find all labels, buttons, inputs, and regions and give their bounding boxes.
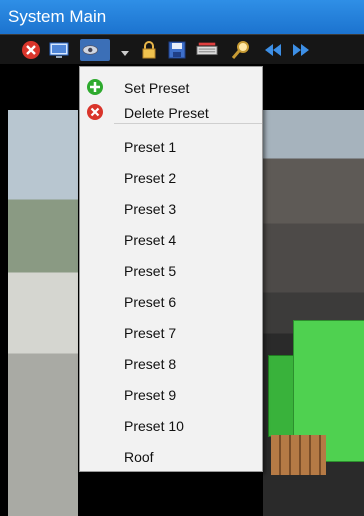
keyboard-icon[interactable] [196,39,220,61]
preset-item[interactable]: Preset 3 [80,196,262,222]
lock-icon[interactable] [138,39,160,61]
preset-item[interactable]: Preset 10 [80,413,262,439]
preset-item[interactable]: Preset 1 [80,134,262,160]
close-red-icon[interactable] [20,39,42,61]
camera-feed-right [263,110,364,516]
set-preset-label: Set Preset [124,80,190,96]
lumber-pile [271,435,326,475]
zoom-icon[interactable] [230,39,252,61]
window-title: System Main [0,0,364,34]
preset-menu: Set Preset Delete Preset Preset 1 Preset… [79,66,263,472]
preset-item[interactable]: Preset 5 [80,258,262,284]
preset-item[interactable]: Preset 7 [80,320,262,346]
preset-item[interactable]: Preset 4 [80,227,262,253]
preset-item[interactable]: Preset 2 [80,165,262,191]
ptz-eye-icon[interactable] [80,39,110,61]
preset-item[interactable]: Preset 8 [80,351,262,377]
add-icon [86,78,104,96]
set-preset-item[interactable]: Set Preset [80,75,262,101]
camera-feed-left [8,110,78,516]
preset-item-roof[interactable]: Roof [80,444,262,470]
delete-icon [86,103,104,121]
preset-item[interactable]: Preset 6 [80,289,262,315]
forward-icon[interactable] [290,39,312,61]
save-icon[interactable] [166,39,188,61]
toolbar [0,34,364,64]
menu-separator [114,123,262,124]
preset-item[interactable]: Preset 9 [80,382,262,408]
rewind-icon[interactable] [262,39,284,61]
dropdown-arrow-icon[interactable] [114,39,129,61]
monitor-icon[interactable] [48,39,70,61]
